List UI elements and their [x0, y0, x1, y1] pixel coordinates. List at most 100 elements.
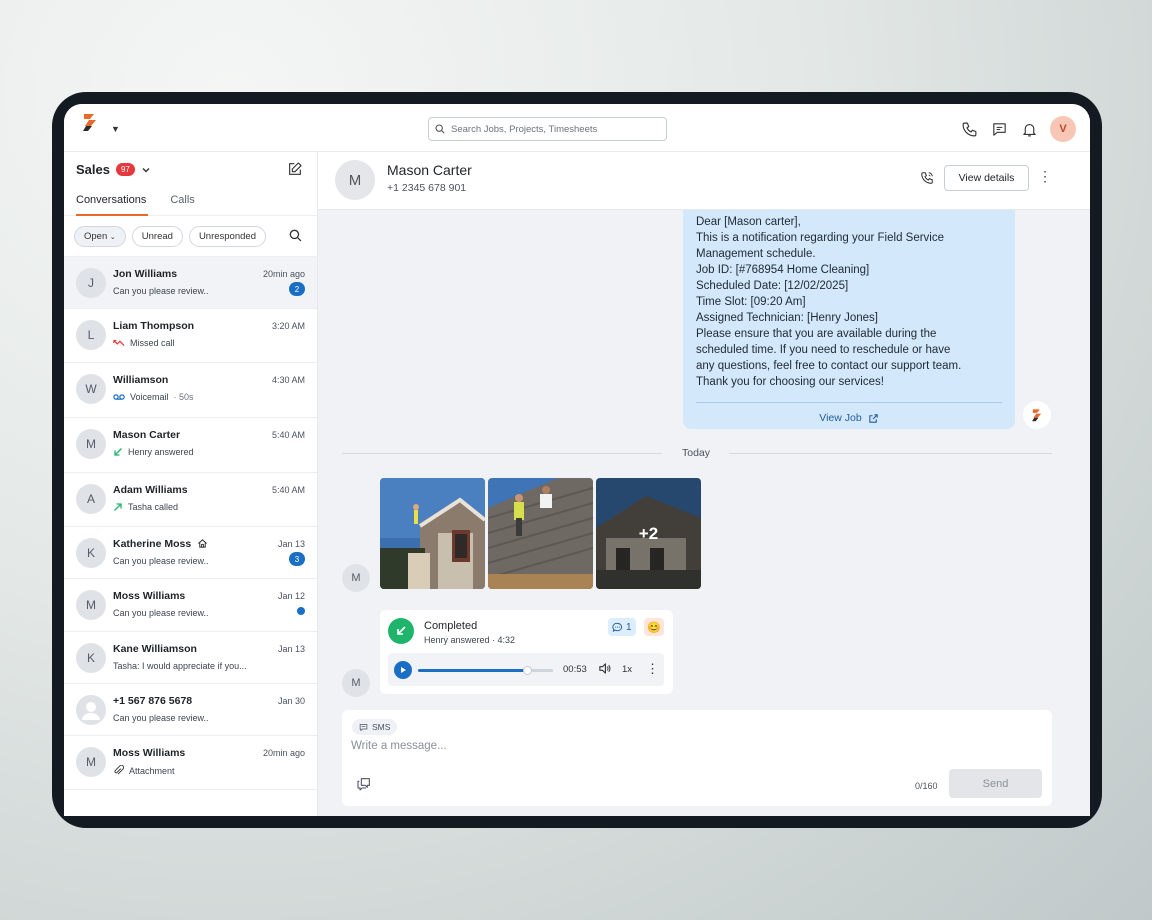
audio-scrubber-handle[interactable]	[523, 666, 533, 675]
conversation-name: +1 567 876 5678	[113, 695, 192, 707]
playback-speed[interactable]: 1x	[622, 664, 632, 675]
conversation-name: Kane Williamson	[113, 643, 197, 655]
conversation-item[interactable]: A Adam Williams 5:40 AM Tasha called	[64, 473, 317, 527]
conversation-name: Jon Williams	[113, 268, 177, 280]
conversation-item[interactable]: M Moss Williams Jan 12 Can you please re…	[64, 579, 317, 632]
conversation-time: Jan 13	[277, 539, 305, 549]
call-record-card: Completed Henry answered · 4:32 1 😊 00:5…	[380, 610, 673, 694]
message-input[interactable]	[351, 740, 911, 752]
notification-line: Thank you for choosing our services!	[696, 376, 884, 388]
contact-phone: +1 2345 678 901	[387, 182, 467, 194]
contact-avatar: M	[76, 590, 106, 620]
conversation-item[interactable]: M Mason Carter 5:40 AM Henry answered	[64, 418, 317, 473]
photo-thumbnail[interactable]	[488, 478, 593, 589]
more-options-icon[interactable]: ⋮	[1038, 168, 1052, 185]
conversation-preview: Can you please review..	[113, 286, 209, 296]
conversation-name-text: Adam Williams	[113, 484, 188, 496]
tab-conversations[interactable]: Conversations	[76, 187, 149, 216]
comments-button[interactable]: 1	[608, 618, 636, 636]
conversation-name: Moss Williams	[113, 747, 185, 759]
filter-unread[interactable]: Unread	[131, 225, 183, 247]
user-avatar[interactable]: V	[1050, 116, 1076, 142]
more-options-icon[interactable]: ⋮	[646, 661, 659, 677]
phone-icon[interactable]	[960, 120, 978, 138]
playback-time: 00:53	[563, 664, 587, 675]
view-details-button[interactable]: View details	[944, 165, 1029, 191]
sender-avatar: M	[342, 669, 370, 697]
conversation-preview-text: Tasha called	[128, 502, 179, 512]
conversation-preview-text: Voicemail	[130, 392, 169, 402]
global-search[interactable]	[428, 117, 667, 141]
missed-call-icon	[113, 338, 125, 348]
conversation-name: Williamson	[113, 374, 168, 386]
notification-line: any questions, feel free to contact our …	[696, 360, 962, 372]
compose-icon[interactable]	[287, 161, 303, 177]
home-icon	[197, 538, 208, 549]
conversation-preview-text: Can you please review..	[113, 556, 209, 566]
call-meta: Henry answered · 4:32	[424, 635, 515, 645]
search-input[interactable]	[451, 123, 651, 135]
channel-selector[interactable]: SMS	[352, 719, 398, 735]
bell-icon[interactable]	[1020, 120, 1038, 138]
tab-calls[interactable]: Calls	[170, 187, 194, 215]
conversation-time: Jan 13	[277, 644, 305, 654]
conversation-name: Katherine Moss	[113, 538, 208, 550]
external-link-icon	[868, 413, 879, 424]
messages-icon[interactable]	[990, 120, 1008, 138]
view-job-link[interactable]: View Job	[696, 403, 1002, 424]
inbox-title[interactable]: Sales	[76, 162, 110, 177]
channel-label: SMS	[372, 722, 391, 732]
conversation-item[interactable]: M Moss Williams 20min ago Attachment	[64, 736, 317, 790]
outgoing-call-icon	[113, 502, 123, 512]
more-photos-overlay[interactable]: +2	[596, 478, 701, 589]
conversation-preview: Tasha: I would appreciate if you...	[113, 661, 247, 671]
contact-avatar: M	[76, 747, 106, 777]
notification-line: Dear [Mason carter],	[696, 216, 801, 228]
photo-thumbnail[interactable]: +2	[596, 478, 701, 589]
conversation-item[interactable]: +1 567 876 5678 Jan 30 Can you please re…	[64, 684, 317, 736]
contact-avatar: A	[76, 484, 106, 514]
conversation-item[interactable]: W Williamson 4:30 AM Voicemail · 50s	[64, 363, 317, 418]
filter-bar: Open ⌄ Unread Unresponded	[64, 216, 317, 257]
conversation-time: Jan 30	[277, 696, 305, 706]
conversation-time: 20min ago	[262, 748, 305, 758]
templates-icon[interactable]	[356, 776, 372, 792]
date-divider-label: Today	[682, 447, 711, 459]
notification-line: Job ID: [#768954 Home Cleaning]	[696, 264, 870, 276]
brand-logo-icon[interactable]	[80, 112, 100, 132]
conversation-item[interactable]: K Kane Williamson Jan 13 Tasha: I would …	[64, 632, 317, 684]
conversation-item[interactable]: K Katherine Moss Jan 13 Can you please r…	[64, 527, 317, 579]
chevron-down-icon[interactable]	[141, 165, 151, 175]
chat-panel: M Mason Carter +1 2345 678 901 View deta…	[318, 152, 1090, 816]
conversation-item[interactable]: J Jon Williams 20min ago Can you please …	[64, 257, 317, 309]
conversation-name-text: +1 567 876 5678	[113, 695, 193, 707]
filter-unresponded[interactable]: Unresponded	[188, 225, 266, 247]
contact-avatar: J	[76, 268, 106, 298]
conversation-preview-text: Tasha: I would appreciate if you...	[113, 661, 247, 671]
conversation-time: 4:30 AM	[271, 375, 305, 385]
conversation-preview: Voicemail · 50s	[113, 392, 194, 402]
contact-avatar: M	[76, 429, 106, 459]
notification-line: Please ensure that you are available dur…	[696, 328, 937, 340]
photo-thumbnail[interactable]	[380, 478, 485, 589]
voicemail-icon	[113, 393, 125, 401]
send-button[interactable]: Send	[949, 769, 1042, 798]
conversation-sidebar: Sales 97 Conversations Calls Open ⌄ Unre…	[64, 152, 318, 816]
conversation-preview: Can you please review..	[113, 556, 209, 566]
filter-open[interactable]: Open ⌄	[74, 225, 126, 247]
search-icon[interactable]	[289, 229, 302, 242]
inbox-count-badge: 97	[115, 163, 135, 176]
audio-progress-track[interactable]	[418, 666, 553, 675]
reaction-emoji[interactable]: 😊	[644, 618, 664, 636]
volume-icon[interactable]	[598, 662, 611, 675]
top-actions: V	[960, 116, 1076, 142]
conversation-name-text: Liam Thompson	[113, 320, 195, 332]
conversation-preview-text: Attachment	[129, 765, 175, 776]
play-icon[interactable]	[394, 661, 412, 679]
workspace-dropdown-icon[interactable]: ▼	[111, 124, 120, 134]
conversation-item[interactable]: L Liam Thompson 3:20 AM Missed call	[64, 309, 317, 363]
conversation-time: 20min ago	[262, 269, 305, 279]
conversation-name-text: Kane Williamson	[113, 643, 197, 655]
conversation-list: J Jon Williams 20min ago Can you please …	[64, 257, 317, 790]
call-contact-icon[interactable]	[920, 171, 934, 185]
